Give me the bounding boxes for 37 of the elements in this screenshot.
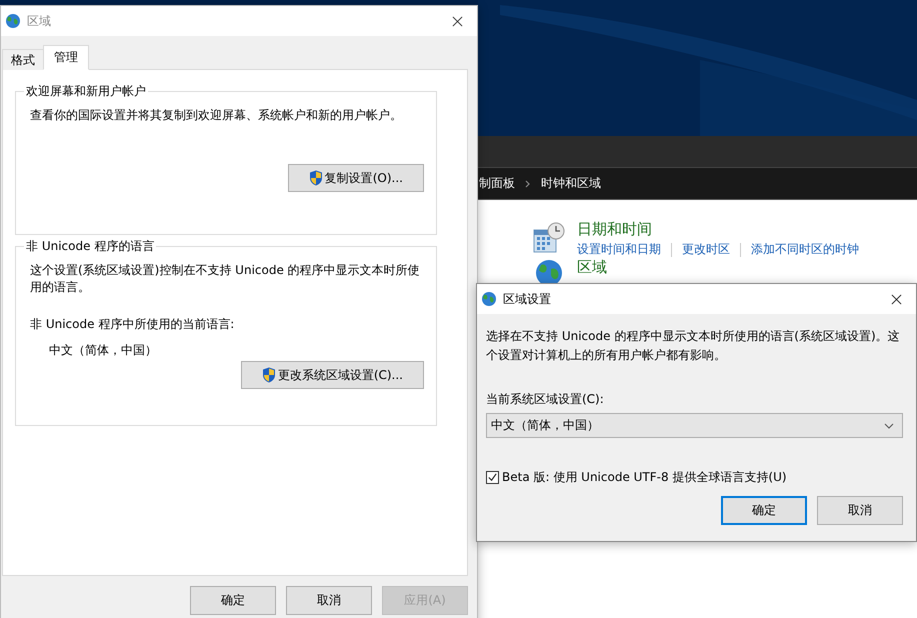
checkbox[interactable] [486,471,499,484]
dialog-description: 选择在不支持 Unicode 的程序中显示文本时所使用的语言(系统区域设置)。这个设置对计算机上的所有用户帐户都有影响。 [486,328,901,364]
shield-button[interactable]: 复制设置(O)... [288,164,424,192]
group-description: 这个设置(系统区域设置)控制在不支持 Unicode 的程序中显示文本时所使用的语言。 [30,262,421,296]
current-language-label: 非 Unicode 程序中所使用的当前语言: [30,316,236,333]
category-title[interactable]: 区域 [577,258,607,277]
dialog-title: 区域设置 [503,290,552,308]
tab[interactable]: 格式 [2,49,44,70]
locale-label: 当前系统区域设置(C): [486,391,605,408]
dialog-button[interactable]: 取消 [817,496,903,525]
globe-icon [5,13,21,29]
dialog-button[interactable]: 确定 [721,496,807,525]
calendar-clock-icon [533,222,565,254]
shield-icon [308,170,323,186]
task-link[interactable]: 更改时区 [682,241,730,258]
close-icon[interactable] [891,294,902,304]
chevron-icon [525,180,531,188]
window-title: 区域 [27,12,52,30]
checkbox-label[interactable]: Beta 版: 使用 Unicode UTF-8 提供全球语言支持(U) [502,469,787,486]
task-link[interactable]: 添加不同时区的时钟 [751,241,859,258]
globe-icon [481,291,497,307]
locale-dropdown[interactable]: 中文（简体，中国） [486,413,903,438]
close-icon[interactable] [452,16,463,26]
shield-icon [262,367,276,383]
dialog-button[interactable]: 取消 [286,586,372,615]
category-title[interactable]: 日期和时间 [577,220,859,239]
group-title: 欢迎屏幕和新用户帐户 [25,83,147,100]
breadcrumb-item[interactable]: 制面板 [479,175,515,192]
shield-button[interactable]: 更改系统区域设置(C)... [240,361,424,389]
group-description: 查看你的国际设置并将其复制到欢迎屏幕、系统帐户和新的用户帐户。 [30,107,403,124]
dialog-button[interactable]: 确定 [190,586,276,615]
current-language-value: 中文（简体，中国） [48,342,158,359]
tab[interactable]: 管理 [43,45,89,70]
task-link[interactable]: 设置时间和日期 [577,241,661,258]
breadcrumb-item[interactable]: 时钟和区域 [541,175,601,192]
group-title: 非 Unicode 程序的语言 [25,238,156,255]
chevron-down-icon [884,422,894,428]
